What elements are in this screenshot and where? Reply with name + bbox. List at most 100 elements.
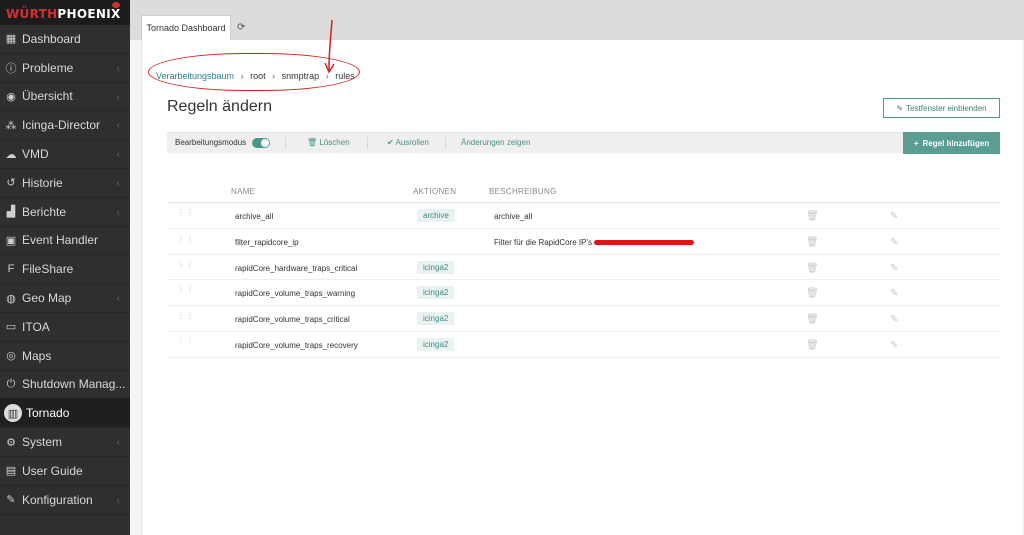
- edit-rule-icon[interactable]: ✎: [890, 314, 898, 325]
- delete-rule-icon[interactable]: 🗑: [806, 288, 819, 299]
- sidebar-item-vmd[interactable]: ☁ VMD ‹: [0, 140, 130, 169]
- sidebar-item-konfiguration[interactable]: ✎ Konfiguration ‹: [0, 486, 130, 515]
- sidebar-item-dashboard[interactable]: ▦ Dashboard: [0, 25, 130, 54]
- edit-mode-toggle[interactable]: [252, 138, 270, 148]
- edit-rule-icon[interactable]: ✎: [890, 211, 898, 222]
- sidebar-item-label: Shutdown Manag...: [22, 377, 126, 392]
- rule-name[interactable]: rapidCore_volume_traps_critical: [235, 315, 350, 324]
- table-row[interactable]: ⋮⋮ rapidCore_hardware_traps_critical icing…: [167, 255, 1000, 281]
- table-row[interactable]: ⋮⋮ rapidCore_volume_traps_warning icinga2 🗑…: [167, 280, 1000, 307]
- breadcrumb-item[interactable]: root: [250, 71, 266, 81]
- fileshare-icon: F: [7, 263, 15, 276]
- sidebar-item-itoa[interactable]: ▭ ITOA: [0, 313, 130, 342]
- table-row[interactable]: ⋮⋮ filter_rapidcore_ip Filter für die Rapi…: [167, 229, 1000, 255]
- rollout-button[interactable]: ✔ Ausrollen: [387, 138, 429, 147]
- action-badge: icinga2: [417, 260, 455, 274]
- sidebar-item-probleme[interactable]: ⓘ Probleme ‹: [0, 54, 130, 83]
- table-row[interactable]: ⋮⋮ archive_all archive archive_all 🗑 ✎: [167, 203, 1000, 229]
- rule-description: Filter für die RapidCore IP's: [494, 237, 695, 247]
- chevron-left-icon: ‹: [116, 206, 120, 218]
- delete-rule-icon[interactable]: 🗑: [806, 237, 819, 248]
- chevron-left-icon: ‹: [116, 494, 120, 506]
- toolbar-divider: [367, 137, 368, 149]
- sidebar-item-fileshare[interactable]: F FileShare: [0, 255, 130, 285]
- show-changes-button[interactable]: Änderungen zeigen: [461, 138, 530, 147]
- sidebar-item-label: Übersicht: [22, 89, 73, 104]
- delete-rule-icon[interactable]: 🗑: [806, 340, 819, 351]
- delete-button[interactable]: 🗑 Löschen: [307, 138, 350, 147]
- sidebar-item-berichte[interactable]: ▟ Berichte ‹: [0, 198, 130, 227]
- sidebar-item-label: ITOA: [22, 319, 50, 334]
- rule-name[interactable]: rapidCore_volume_traps_warning: [235, 289, 355, 298]
- rule-description: archive_all: [494, 212, 532, 221]
- sidebar: WÜRTHPHOENIX ▦ Dashboard ⓘ Probleme ‹ ◉ Übersi…: [0, 0, 130, 535]
- action-badge: icinga2: [417, 337, 455, 351]
- chevron-left-icon: ‹: [116, 149, 120, 161]
- sidebar-item-label: Historie: [22, 175, 63, 190]
- delete-rule-icon[interactable]: 🗑: [806, 314, 819, 325]
- drag-handle-icon[interactable]: ⋮⋮: [177, 286, 194, 298]
- tornado-icon: ▥: [4, 404, 22, 423]
- edit-rule-icon[interactable]: ✎: [890, 288, 898, 299]
- sidebar-item-übersicht[interactable]: ◉ Übersicht ‹: [0, 83, 130, 112]
- itoa-icon: ▭: [5, 321, 17, 334]
- sidebar-item-system[interactable]: ⚙ System ‹: [0, 428, 130, 457]
- rule-description-text: archive_all: [494, 212, 533, 221]
- table-row[interactable]: ⋮⋮ rapidCore_volume_traps_critical icinga2…: [167, 306, 1000, 332]
- rule-description-text: Filter für die RapidCore IP's: [494, 237, 593, 247]
- sidebar-item-shutdown-manag[interactable]: ⏻ Shutdown Manag...: [0, 371, 130, 400]
- sidebar-item-geo-map[interactable]: ◍ Geo Map ‹: [0, 284, 130, 313]
- breadcrumb-separator: ›: [272, 71, 276, 81]
- dashboard-icon: ▦: [5, 33, 17, 46]
- drag-handle-icon[interactable]: ⋮⋮: [177, 260, 194, 273]
- edit-rule-icon[interactable]: ✎: [890, 237, 898, 248]
- sidebar-item-tornado[interactable]: ▥ Tornado: [0, 399, 130, 429]
- add-rule-label: Regel hinzufügen: [922, 138, 990, 148]
- breadcrumb-root-link[interactable]: Verarbeitungsbaum: [156, 71, 234, 81]
- column-header-name: NAME: [231, 187, 256, 196]
- sidebar-item-user-guide[interactable]: ▤ User Guide: [0, 457, 130, 486]
- sidebar-item-event-handler[interactable]: ▣ Event Handler: [0, 227, 130, 256]
- edit-icon: ✎: [896, 103, 904, 113]
- drag-handle-icon[interactable]: ⋮⋮: [177, 234, 194, 247]
- check-icon: ✔: [387, 138, 394, 147]
- drag-handle-icon[interactable]: ⋮⋮: [177, 312, 194, 324]
- breadcrumb-item[interactable]: snmptrap: [282, 71, 320, 81]
- edit-mode-label: Bearbeitungsmodus: [175, 138, 247, 147]
- test-window-button[interactable]: ✎ Testfenster einblenden: [883, 98, 1000, 118]
- wrench-icon: ✎: [6, 494, 16, 507]
- breadcrumb: Verarbeitungsbaum › root › snmptrap › ru…: [156, 71, 355, 81]
- sidebar-item-historie[interactable]: ↺ Historie ‹: [0, 169, 130, 198]
- refresh-icon[interactable]: ⟳: [237, 22, 245, 33]
- sidebar-item-label: Konfiguration: [22, 492, 93, 507]
- sidebar-item-label: Event Handler: [22, 233, 99, 248]
- bar-chart-icon: ▟: [6, 206, 16, 219]
- toolbar-divider: [285, 137, 286, 149]
- book-icon: ▤: [5, 465, 17, 478]
- globe-icon: ◍: [6, 292, 16, 305]
- sidebar-item-maps[interactable]: ◎ Maps: [0, 342, 130, 371]
- drag-handle-icon[interactable]: ⋮⋮: [177, 209, 194, 221]
- delete-rule-icon[interactable]: 🗑: [806, 263, 819, 274]
- sidebar-item-icinga-director[interactable]: ⁂ Icinga-Director ‹: [0, 111, 130, 141]
- app: WÜRTHPHOENIX ▦ Dashboard ⓘ Probleme ‹ ◉ Übersi…: [0, 0, 1024, 535]
- edit-rule-icon[interactable]: ✎: [890, 340, 898, 351]
- action-badge: archive: [417, 209, 455, 222]
- rule-name[interactable]: rapidCore_hardware_traps_critical: [235, 264, 357, 273]
- tab-tornado-dashboard[interactable]: Tornado Dashboard: [141, 15, 231, 40]
- rule-name[interactable]: filter_rapidcore_ip: [235, 238, 299, 247]
- nodes-icon: ⁂: [5, 119, 17, 132]
- delete-rule-icon[interactable]: 🗑: [806, 211, 819, 222]
- event-handler-icon: ▣: [5, 234, 17, 247]
- history-icon: ↺: [6, 177, 16, 190]
- toolbar: Bearbeitungsmodus 🗑 Löschen ✔ Ausrollen …: [167, 132, 1000, 154]
- sidebar-item-label: VMD: [22, 147, 49, 162]
- drag-handle-icon[interactable]: ⋮⋮: [177, 337, 194, 350]
- edit-rule-icon[interactable]: ✎: [890, 263, 898, 274]
- rule-name[interactable]: rapidCore_volume_traps_recovery: [235, 341, 358, 350]
- add-rule-button[interactable]: + Regel hinzufügen: [903, 132, 1000, 154]
- rule-name[interactable]: archive_all: [235, 212, 273, 221]
- action-badge: icinga2: [417, 286, 455, 300]
- table-row[interactable]: ⋮⋮ rapidCore_volume_traps_recovery icinga2…: [167, 332, 1000, 358]
- chevron-left-icon: ‹: [116, 293, 120, 305]
